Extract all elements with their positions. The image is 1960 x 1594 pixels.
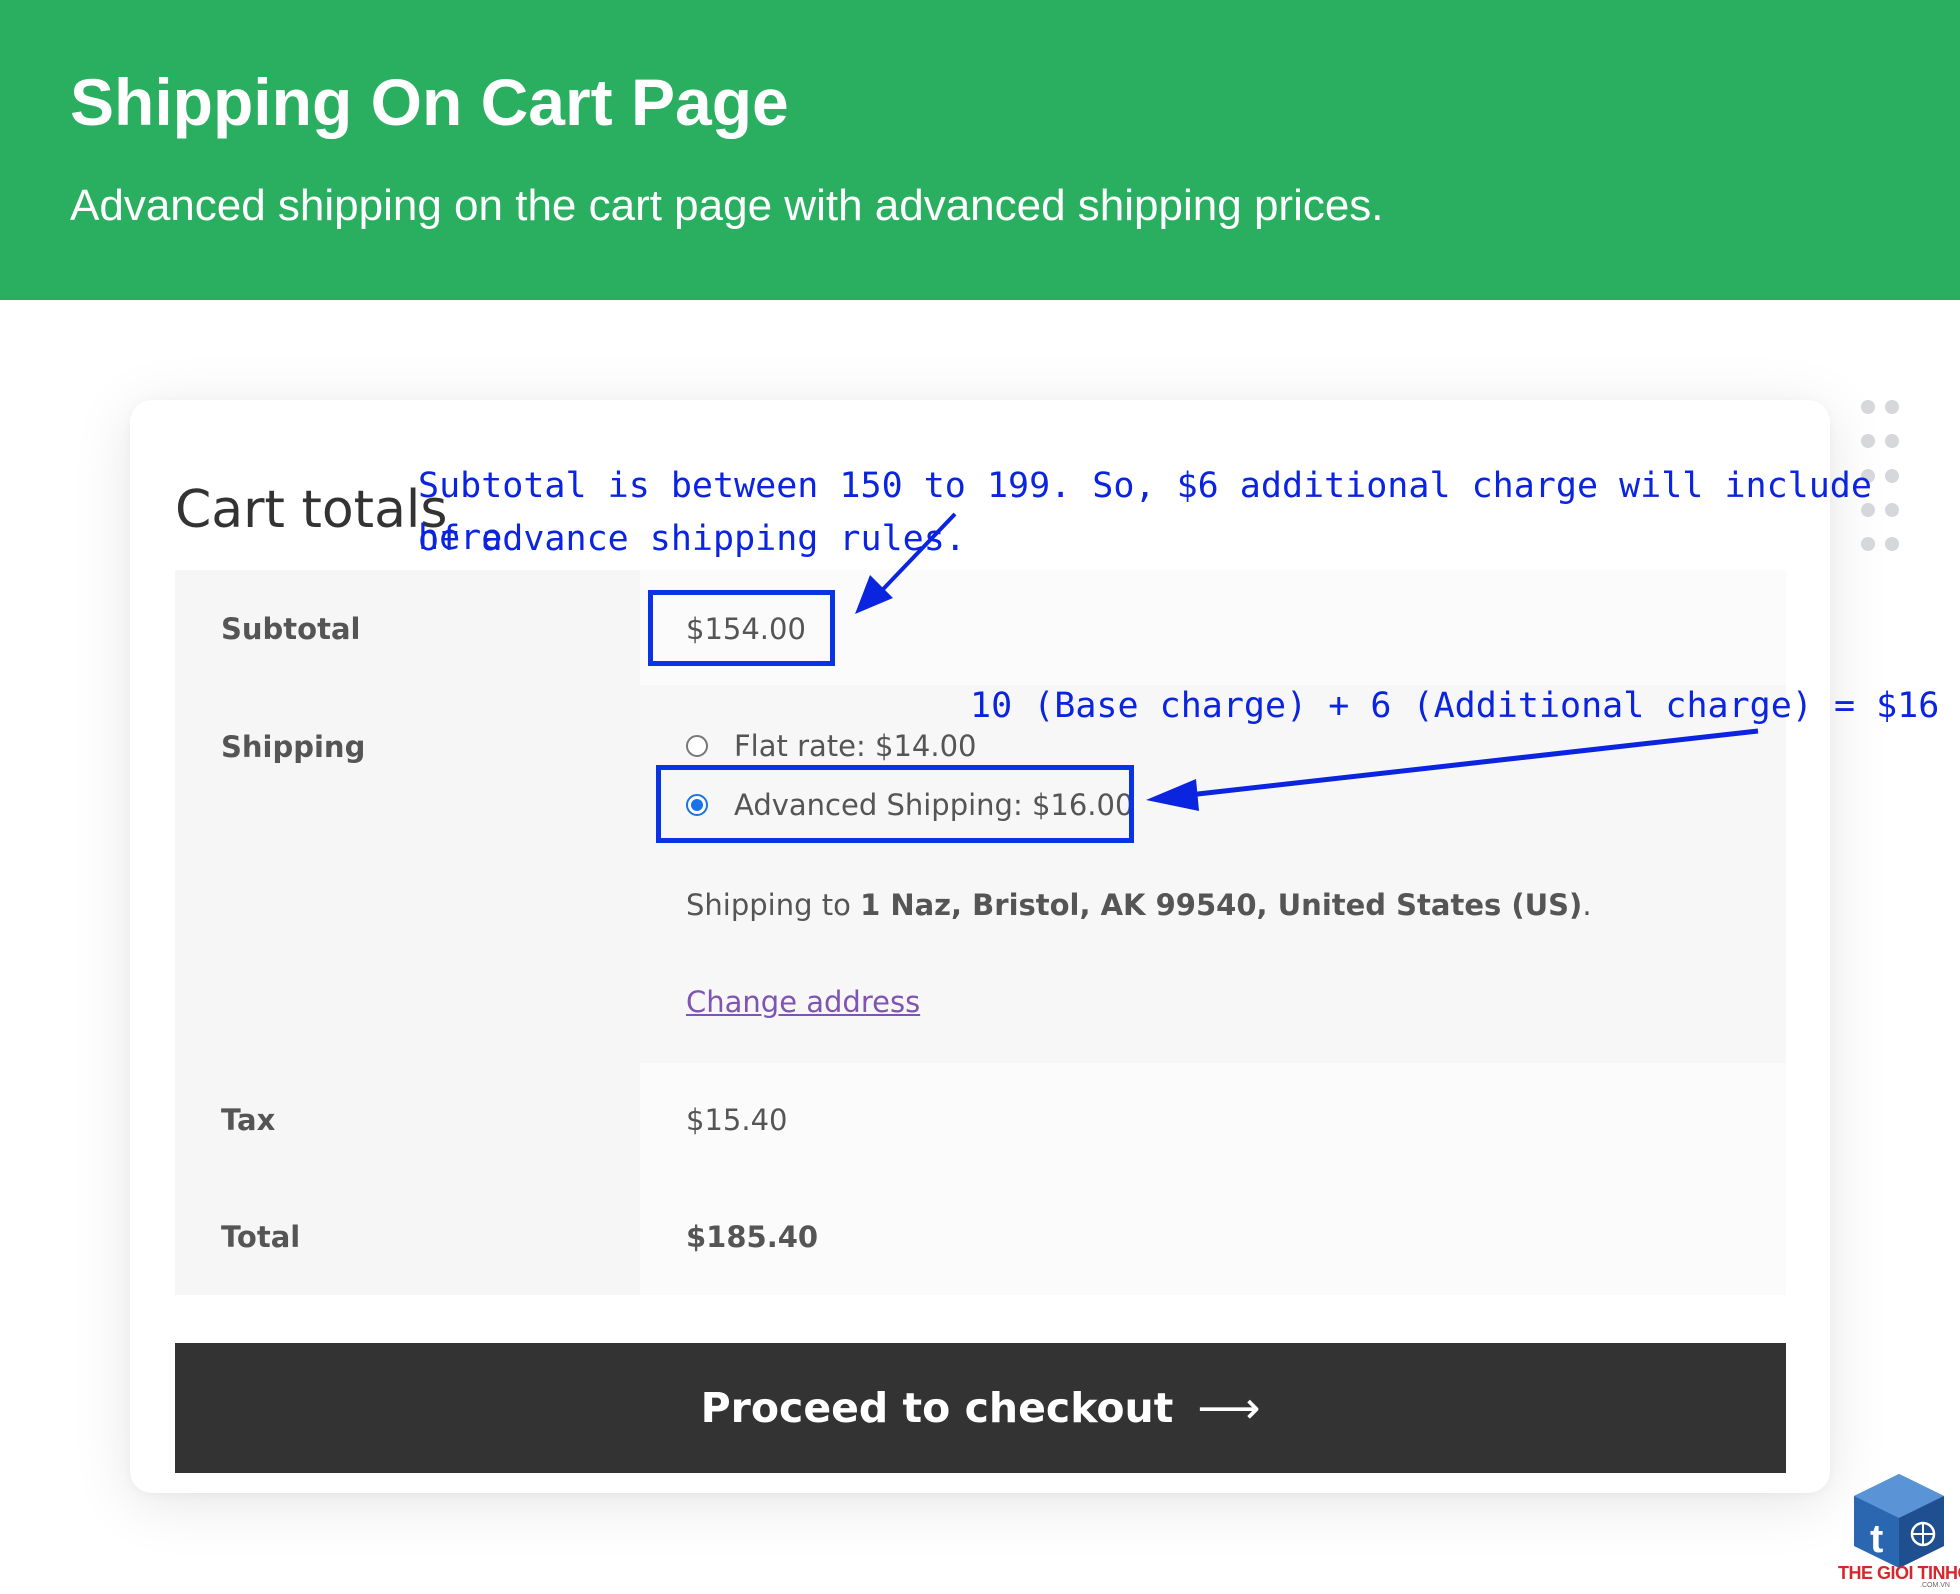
total-label: Total [221, 1220, 301, 1254]
banner-title: Shipping On Cart Page [70, 65, 789, 139]
shipping-destination-prefix: Shipping to [686, 888, 861, 922]
cart-totals-heading: Cart totals [175, 480, 448, 540]
radio-unchecked-icon[interactable] [686, 735, 708, 757]
proceed-to-checkout-button[interactable]: Proceed to checkout ⟶ [175, 1343, 1786, 1473]
shipping-annotation: 10 (Base charge) + 6 (Additional charge)… [970, 686, 1940, 726]
total-value: $185.40 [686, 1220, 819, 1254]
totals-table-labels [175, 570, 640, 1295]
watermark-text: THE GIOI TINHOC [1838, 1563, 1960, 1583]
shipping-destination-address: 1 Naz, Bristol, AK 99540, United States … [860, 888, 1583, 922]
svg-text:t: t [1870, 1517, 1883, 1561]
shipping-option-label: Flat rate: $14.00 [734, 729, 977, 763]
advanced-shipping-highlight-box [656, 765, 1134, 843]
checkout-button-label: Proceed to checkout [700, 1384, 1174, 1432]
shipping-option-flat-rate[interactable]: Flat rate: $14.00 [686, 726, 976, 766]
shipping-label: Shipping [221, 730, 366, 764]
banner-subtitle: Advanced shipping on the cart page with … [70, 181, 1384, 230]
change-address-link[interactable]: Change address [686, 982, 920, 1022]
arrow-right-icon: ⟶ [1197, 1382, 1261, 1434]
subtotal-label: Subtotal [221, 612, 361, 646]
shipping-destination-suffix: . [1582, 888, 1592, 922]
tax-value: $15.40 [686, 1103, 788, 1137]
tax-label: Tax [221, 1103, 276, 1137]
subtotal-annotation-line2: of advance shipping rules. [418, 519, 966, 559]
watermark-subtext: .COM.VN [1920, 1582, 1950, 1589]
shipping-destination: Shipping to 1 Naz, Bristol, AK 99540, Un… [686, 887, 1592, 923]
header-banner: Shipping On Cart Page Advanced shipping … [0, 0, 1960, 300]
subtotal-highlight-box [648, 590, 835, 666]
